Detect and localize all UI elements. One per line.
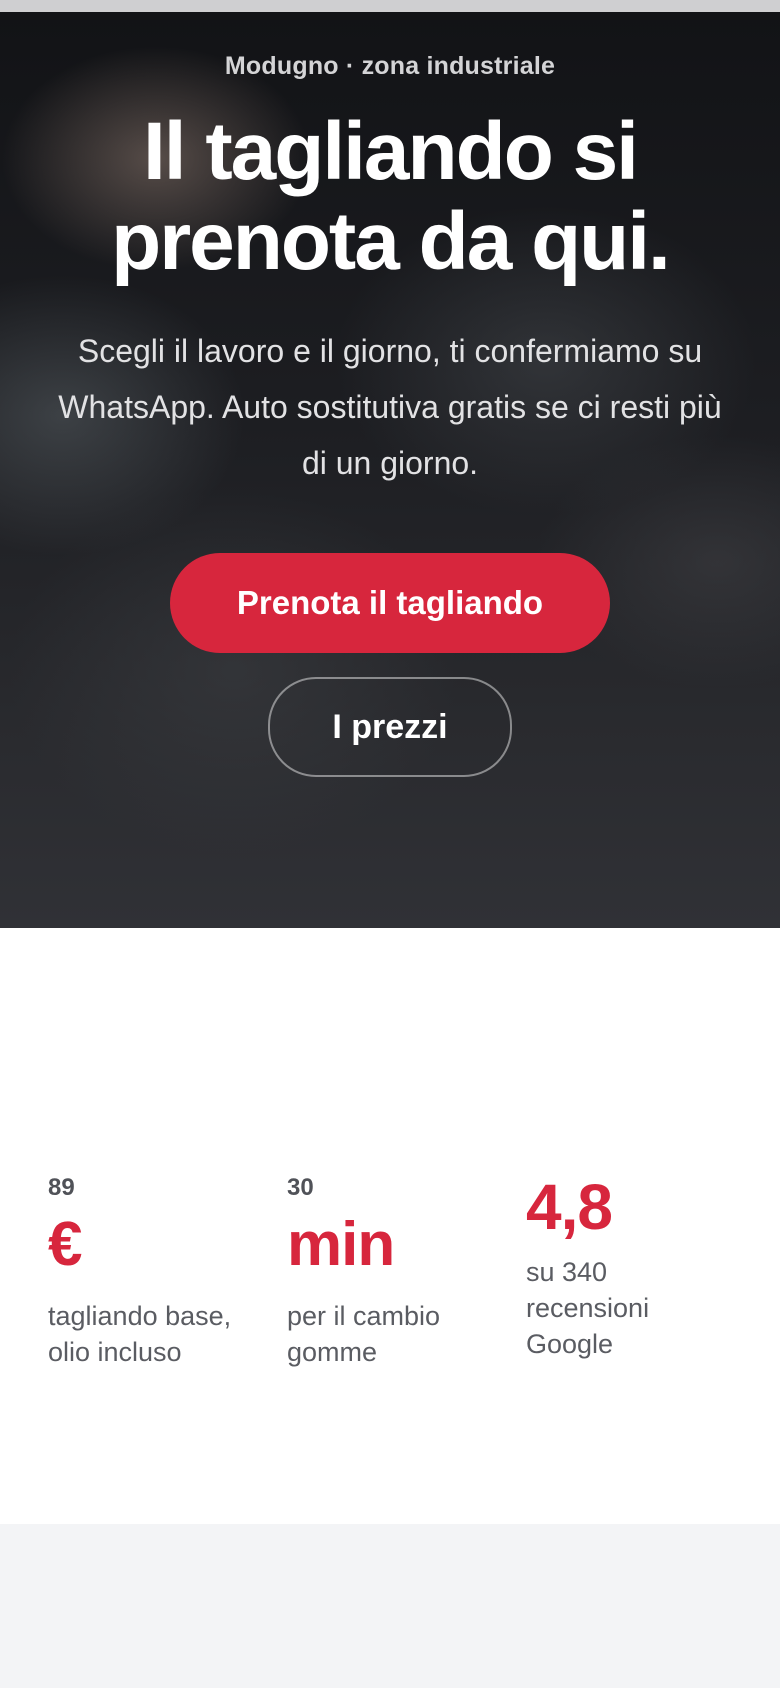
prices-button[interactable]: I prezzi bbox=[268, 677, 512, 777]
stat-price-value: 89 bbox=[48, 1174, 75, 1201]
location-eyebrow: Modugno · zona industriale bbox=[224, 52, 556, 80]
stat-rating-description: su 340 recensioni Google bbox=[526, 1257, 650, 1359]
stat-price-unit: € bbox=[48, 1210, 82, 1279]
hero-headline: Il tagliando si prenota da qui. bbox=[30, 107, 750, 287]
headline-line-2: prenota da qui. bbox=[111, 196, 671, 287]
hero-content: Modugno · zona industriale Il tagliando … bbox=[0, 52, 780, 777]
stat-rating: 4,8 su 340 recensioni Google bbox=[526, 1172, 726, 1362]
stat-rating-value: 4,8 bbox=[526, 1171, 613, 1243]
hero-subtext: Scegli il lavoro e il giorno, ti conferm… bbox=[58, 333, 722, 481]
headline-line-1: Il tagliando si bbox=[143, 106, 639, 197]
stat-time-description: per il cambio gomme bbox=[287, 1301, 441, 1367]
next-section-background bbox=[0, 1524, 780, 1688]
top-bar bbox=[0, 0, 780, 12]
stat-time-unit: min bbox=[287, 1210, 395, 1279]
book-service-button[interactable]: Prenota il tagliando bbox=[170, 553, 610, 653]
stat-time: 30 min per il cambio gomme bbox=[287, 1174, 487, 1370]
stat-price: 89 € tagliando base, olio incluso bbox=[48, 1174, 248, 1370]
stats-section: 89 € tagliando base, olio incluso 30 min… bbox=[0, 928, 780, 1524]
hero-section: Modugno · zona industriale Il tagliando … bbox=[0, 12, 780, 928]
stat-time-value: 30 bbox=[287, 1174, 314, 1201]
stat-price-description: tagliando base, olio incluso bbox=[48, 1301, 232, 1367]
